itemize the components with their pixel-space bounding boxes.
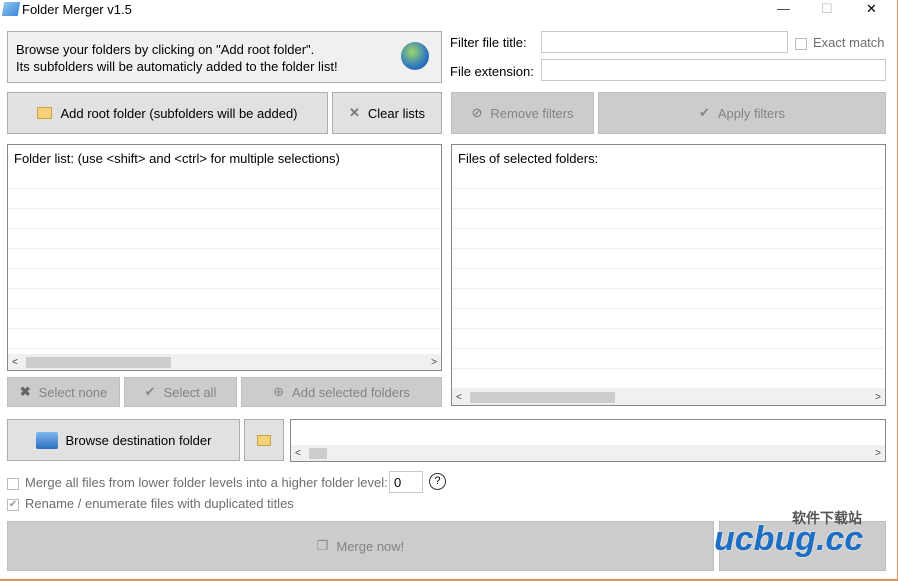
merge-now-button[interactable]: ❐ Merge now! [7,521,714,571]
rename-label: Rename / enumerate files with duplicated… [25,496,294,511]
help-icon[interactable]: ? [429,473,446,490]
select-all-label: Select all [163,384,217,400]
checkmark-icon: ✔ [144,384,156,399]
merge-now-label: Merge now! [336,538,405,554]
filter-title-input[interactable] [541,31,788,53]
folder-list-scrollbar[interactable]: < > [8,354,441,370]
merge-levels-input[interactable] [389,471,423,493]
window-title: Folder Merger v1.5 [22,2,132,17]
rename-checkbox[interactable]: ✔ Rename / enumerate files with duplicate… [7,496,294,511]
select-none-button[interactable]: ✖ Select none [7,377,120,407]
checkmark-icon: ✔ [698,105,710,120]
exact-match-label: Exact match [813,35,885,50]
folder-list-header: Folder list: (use <shift> and <ctrl> for… [14,151,340,166]
folder-add-icon [37,107,53,119]
folder-icon [35,431,58,449]
remove-filters-button[interactable]: ⊘ Remove filters [451,92,594,134]
files-list[interactable]: Files of selected folders: < > [451,144,886,406]
add-root-label: Add root folder (subfolders will be adde… [60,105,298,121]
info-panel: Browse your folders by clicking on "Add … [7,31,442,83]
documents-icon: ❐ [316,538,329,553]
maximize-button[interactable]: ☐ [821,1,833,17]
open-folder-icon [257,434,271,446]
merge-levels-checkbox[interactable]: Merge all files from lower folder levels… [7,475,388,490]
add-selected-folders-button[interactable]: ⊕ Add selected folders [241,377,442,407]
watermark-text: ucbug.cc [714,520,864,558]
apply-filters-label: Apply filters [717,105,786,121]
merge-levels-label: Merge all files from lower folder levels… [25,475,388,490]
info-line-2: Its subfolders will be automaticly added… [16,59,338,74]
title-bar: Folder Merger v1.5 — ☐ ✕ [0,0,898,22]
file-extension-input[interactable] [541,59,886,81]
filter-title-label: Filter file title: [450,35,527,50]
folder-list[interactable]: Folder list: (use <shift> and <ctrl> for… [7,144,442,371]
x-icon: ✖ [19,384,31,399]
remove-filters-label: Remove filters [490,105,574,121]
watermark-logo: 软件下载站 ucbug.cc [712,508,892,558]
files-list-scrollbar[interactable]: < > [452,389,885,405]
info-line-1: Browse your folders by clicking on "Add … [16,42,315,57]
select-all-button[interactable]: ✔ Select all [124,377,237,407]
plus-circle-icon: ⊕ [273,384,285,399]
apply-filters-button[interactable]: ✔ Apply filters [598,92,886,134]
clear-lists-label: Clear lists [367,105,425,121]
add-root-folder-button[interactable]: Add root folder (subfolders will be adde… [7,92,328,134]
add-selected-label: Add selected folders [292,384,410,400]
files-list-header: Files of selected folders: [458,151,599,166]
no-entry-icon: ⊘ [471,105,483,120]
exact-match-checkbox[interactable]: Exact match [795,35,885,50]
browse-destination-label: Browse destination folder [65,432,212,448]
destination-scrollbar[interactable]: < > [291,445,885,461]
clear-lists-button[interactable]: ✕ Clear lists [332,92,442,134]
open-folder-button[interactable] [244,419,284,461]
browse-destination-button[interactable]: Browse destination folder [7,419,240,461]
globe-icon [401,42,429,70]
app-icon [1,2,21,16]
select-none-label: Select none [38,384,108,400]
file-extension-label: File extension: [450,64,534,79]
destination-path-box[interactable]: < > [290,419,886,462]
x-icon: ✕ [349,105,360,120]
minimize-button[interactable]: — [777,1,790,16]
close-button[interactable]: ✕ [866,1,877,17]
